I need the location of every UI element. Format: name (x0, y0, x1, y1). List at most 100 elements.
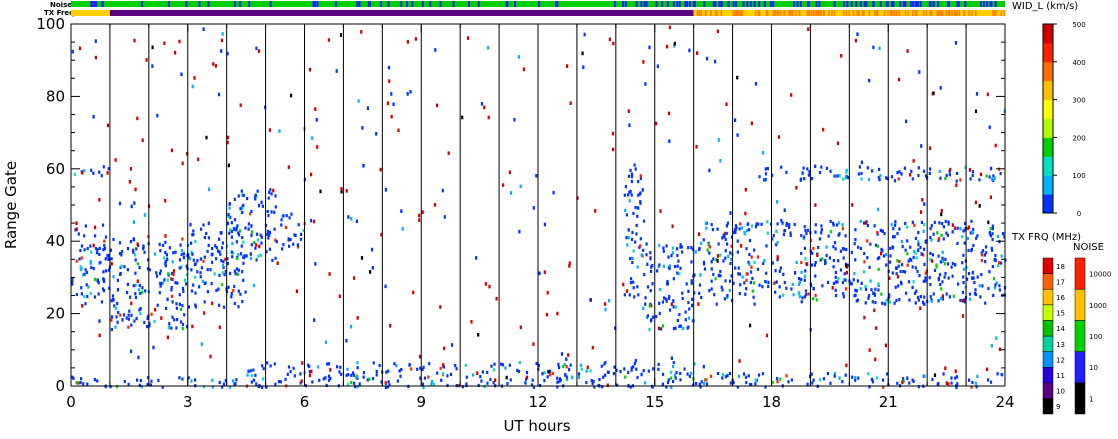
scatter-point (622, 282, 625, 287)
scatter-point (944, 366, 947, 370)
scatter-point (107, 257, 110, 261)
scatter-point (636, 265, 639, 269)
scatter-point (672, 299, 675, 303)
scatter-point (129, 295, 132, 299)
scatter-point (789, 233, 792, 238)
scatter-point (635, 232, 638, 236)
scatter-point (801, 171, 804, 175)
scatter-point (716, 29, 719, 34)
scatter-point (565, 357, 568, 362)
scatter-point (127, 325, 130, 329)
x-tick-label: 15 (645, 393, 664, 411)
scatter-point (475, 256, 478, 260)
scatter-point (581, 51, 584, 56)
noise-segment (334, 1, 337, 7)
scatter-point (207, 243, 210, 248)
scatter-point (233, 269, 236, 273)
scatter-point (449, 372, 453, 376)
txfreq-segment (1000, 10, 1003, 16)
scatter-point (919, 245, 922, 250)
scatter-point (607, 299, 610, 303)
scatter-point (159, 281, 162, 285)
scatter-point (658, 301, 661, 305)
scatter-point (956, 241, 959, 245)
noise-segment (613, 1, 616, 7)
scatter-point (841, 281, 844, 285)
scatter-point (815, 298, 818, 302)
scatter-point (181, 161, 184, 166)
scatter-point (556, 311, 559, 316)
scatter-point (83, 272, 86, 276)
scatter-point (543, 370, 546, 375)
scatter-point (568, 264, 571, 268)
scatter-point (984, 260, 987, 264)
scatter-point (552, 190, 555, 195)
scatter-point (722, 259, 725, 263)
x-tick-label: 18 (762, 393, 781, 411)
scatter-point (479, 375, 482, 379)
scatter-point (912, 159, 915, 163)
x-tick-label: 24 (995, 393, 1014, 411)
scatter-point (179, 243, 182, 247)
scatter-point (744, 375, 748, 379)
scatter-point (112, 298, 115, 302)
scatter-point (900, 282, 903, 286)
scatter-point (637, 293, 640, 297)
scatter-point (929, 167, 932, 171)
scatter-point (868, 265, 871, 269)
scatter-point (285, 225, 288, 229)
scatter-point (233, 197, 236, 201)
scatter-point (916, 270, 919, 274)
scatter-point (630, 237, 634, 241)
scatter-point (857, 376, 860, 380)
scatter-point (845, 363, 848, 368)
scatter-point (585, 369, 588, 373)
scatter-point (871, 169, 874, 173)
scatter-point (970, 247, 973, 251)
scatter-point (811, 381, 814, 385)
scatter-point (155, 274, 159, 278)
scatter-point (743, 281, 746, 285)
scatter-point (116, 278, 119, 282)
scatter-point (922, 229, 925, 233)
scatter-point (543, 379, 546, 383)
noise-segment (980, 1, 982, 7)
scatter-point (242, 203, 245, 207)
scatter-point (976, 275, 979, 279)
txfreq-segment (714, 10, 717, 16)
scatter-point (102, 279, 106, 284)
scatter-point (945, 292, 948, 296)
plot-area (70, 23, 1007, 390)
txfreq-segment (754, 10, 757, 16)
scatter-point (874, 287, 877, 291)
scatter-point (178, 266, 181, 270)
scatter-point (506, 382, 509, 386)
scatter-point (859, 287, 862, 291)
scatter-point (613, 365, 616, 369)
scatter-point (722, 373, 725, 377)
scatter-point (352, 371, 355, 375)
scatter-point (827, 234, 830, 238)
scatter-point (577, 375, 580, 379)
scatter-point (917, 166, 920, 170)
scatter-point (987, 220, 990, 225)
scatter-point (952, 294, 955, 298)
scatter-point (180, 320, 183, 324)
scatter-point (181, 248, 184, 253)
scatter-point (802, 166, 805, 170)
scatter-point (941, 294, 944, 298)
scatter-point (203, 300, 206, 304)
scatter-point (259, 233, 262, 237)
txfreq-segment (922, 10, 925, 16)
scatter-point (881, 378, 885, 382)
scatter-point (803, 246, 806, 250)
scatter-point (114, 325, 117, 329)
scatter-point (242, 278, 245, 282)
scatter-point (143, 320, 146, 324)
txfreq-segment (767, 10, 769, 16)
scatter-point (356, 361, 359, 365)
txfreq-segment (783, 10, 785, 16)
scatter-point (353, 381, 356, 385)
scatter-point (858, 165, 861, 169)
scatter-point (743, 372, 746, 376)
